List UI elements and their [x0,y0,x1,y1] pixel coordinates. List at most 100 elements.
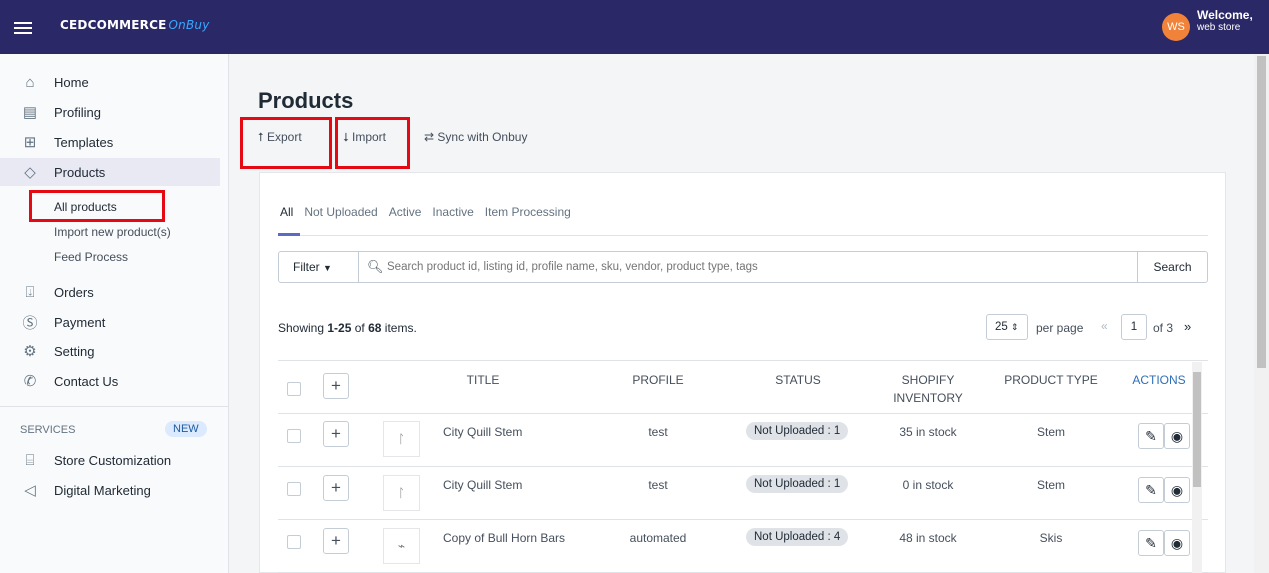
search-input[interactable] [387,252,1127,282]
sidebar-item-templates[interactable]: ⊞ Templates [0,128,220,156]
sidebar-sub-feed-process[interactable]: Feed Process [54,250,128,264]
expand-row-button[interactable]: + [323,421,349,447]
product-thumbnail: ᛚ [383,421,420,457]
col-inventory[interactable]: SHOPIFY INVENTORY [883,373,973,405]
gear-icon: ⚙ [23,343,37,360]
edit-button[interactable]: ✎ [1138,423,1164,449]
page-scrollbar[interactable] [1254,54,1269,573]
row-product-type: Skis [1039,531,1063,545]
status-badge: Not Uploaded : 1 [746,475,849,493]
logo[interactable]: CEDCOMMERCE OnBuy [60,18,210,32]
sidebar-item-setting[interactable]: ⚙ Setting [0,337,220,365]
welcome-block[interactable]: Welcome, web store [1197,8,1253,33]
status-badge: Not Uploaded : 4 [746,528,849,546]
row-checkbox[interactable] [287,535,301,549]
showing-prefix: Showing [278,321,328,335]
templates-icon: ⊞ [23,134,37,151]
active-tab-indicator [278,233,300,236]
sidebar-item-label: Digital Marketing [54,482,151,498]
store-icon: ⌸ [25,451,35,469]
sidebar-item-digital-marketing[interactable]: ◁ Digital Marketing [0,476,220,504]
page-number-input[interactable]: 1 [1121,314,1147,340]
showing-range: 1-25 [327,321,352,335]
table-row: + ⌁ Copy of Bull Horn Bars automated Not… [278,520,1208,573]
sidebar-item-store-customization[interactable]: ⌸ Store Customization [0,446,220,474]
sidebar-item-label: Contact Us [54,373,119,389]
product-tabs: All Not Uploaded Active Inactive Item Pr… [280,205,571,219]
new-badge: NEW [165,421,207,437]
sidebar-item-products[interactable]: ◇ Products [0,158,220,186]
search-icon: 🔍︎ [367,259,384,274]
highlight-export [240,117,332,169]
pencil-icon: ✎ [1145,428,1157,444]
edit-button[interactable]: ✎ [1138,477,1164,503]
row-title[interactable]: City Quill Stem [443,425,522,439]
col-title[interactable]: TITLE [433,373,533,387]
tag-icon: ◇ [24,164,36,181]
sidebar-item-label: Store Customization [54,452,172,468]
view-button[interactable]: ◉ [1164,530,1190,556]
expand-row-button[interactable]: + [323,475,349,501]
expand-row-button[interactable]: + [323,528,349,554]
col-product-type[interactable]: PRODUCT TYPE [996,373,1106,387]
store-name: web store [1197,22,1241,33]
search-button[interactable]: Search [1137,252,1207,282]
per-page-label: per page [1036,321,1084,335]
logo-sub: OnBuy [168,18,210,32]
product-thumbnail: ⌁ [383,528,420,564]
row-title[interactable]: City Quill Stem [443,478,522,492]
sync-button[interactable]: ⇄ Sync with Onbuy [424,130,527,144]
sidebar-item-orders[interactable]: ⍗ Orders [0,278,220,306]
col-inventory-line1: SHOPIFY [901,373,955,387]
avatar[interactable]: WS [1162,13,1190,41]
filter-label: Filter [293,260,320,274]
next-page-icon[interactable]: » [1184,319,1191,334]
pencil-icon: ✎ [1145,482,1157,498]
sidebar-item-label: Profiling [54,104,101,120]
tab-not-uploaded[interactable]: Not Uploaded [304,205,377,219]
table-row: + ᛚ City Quill Stem test Not Uploaded : … [278,414,1208,467]
col-status[interactable]: STATUS [758,373,838,387]
table-scrollbar-thumb[interactable] [1193,372,1201,487]
prev-page-icon[interactable]: « [1101,319,1108,333]
tab-all[interactable]: All [280,205,293,219]
hamburger-menu-icon[interactable] [14,22,32,34]
view-button[interactable]: ◉ [1164,423,1190,449]
sidebar: ⌂ Home ▤ Profiling ⊞ Templates ◇ Products Al… [0,54,229,573]
row-checkbox[interactable] [287,429,301,443]
sidebar-item-label: Home [54,74,89,90]
edit-button[interactable]: ✎ [1138,530,1164,556]
row-checkbox[interactable] [287,482,301,496]
updown-icon: ⇕ [1011,322,1019,332]
sidebar-sub-import-new[interactable]: Import new product(s) [54,225,171,239]
sidebar-item-home[interactable]: ⌂ Home [0,68,220,96]
sidebar-item-profiling[interactable]: ▤ Profiling [0,98,220,126]
row-title[interactable]: Copy of Bull Horn Bars [443,531,565,545]
row-product-type: Stem [1036,478,1065,492]
sidebar-item-payment[interactable]: Ⓢ Payment [0,308,220,336]
expand-all-button[interactable]: + [323,373,349,399]
page-scrollbar-thumb[interactable] [1257,56,1266,368]
tab-item-processing[interactable]: Item Processing [485,205,571,219]
eye-icon: ◉ [1170,482,1184,498]
view-button[interactable]: ◉ [1164,477,1190,503]
tab-inactive[interactable]: Inactive [432,205,473,219]
top-bar: CEDCOMMERCE OnBuy WS Welcome, web store [0,0,1269,54]
eye-icon: ◉ [1170,428,1184,444]
col-profile[interactable]: PROFILE [623,373,693,387]
row-profile: test [648,425,668,439]
orders-icon: ⍗ [25,283,35,301]
sidebar-item-label: Setting [54,343,95,359]
total-pages: of 3 [1153,321,1174,335]
sync-label: Sync with Onbuy [437,130,528,144]
tab-active[interactable]: Active [389,205,422,219]
filter-button[interactable]: Filter ▼ [279,252,359,282]
highlight-import [335,117,410,169]
sidebar-divider [0,406,228,407]
row-profile: test [648,478,668,492]
table-scrollbar[interactable] [1192,362,1202,573]
eye-icon: ◉ [1170,535,1184,551]
select-all-checkbox[interactable] [287,382,301,396]
sidebar-item-contact-us[interactable]: ✆ Contact Us [0,367,220,395]
per-page-select[interactable]: 25 ⇕ [986,314,1028,340]
